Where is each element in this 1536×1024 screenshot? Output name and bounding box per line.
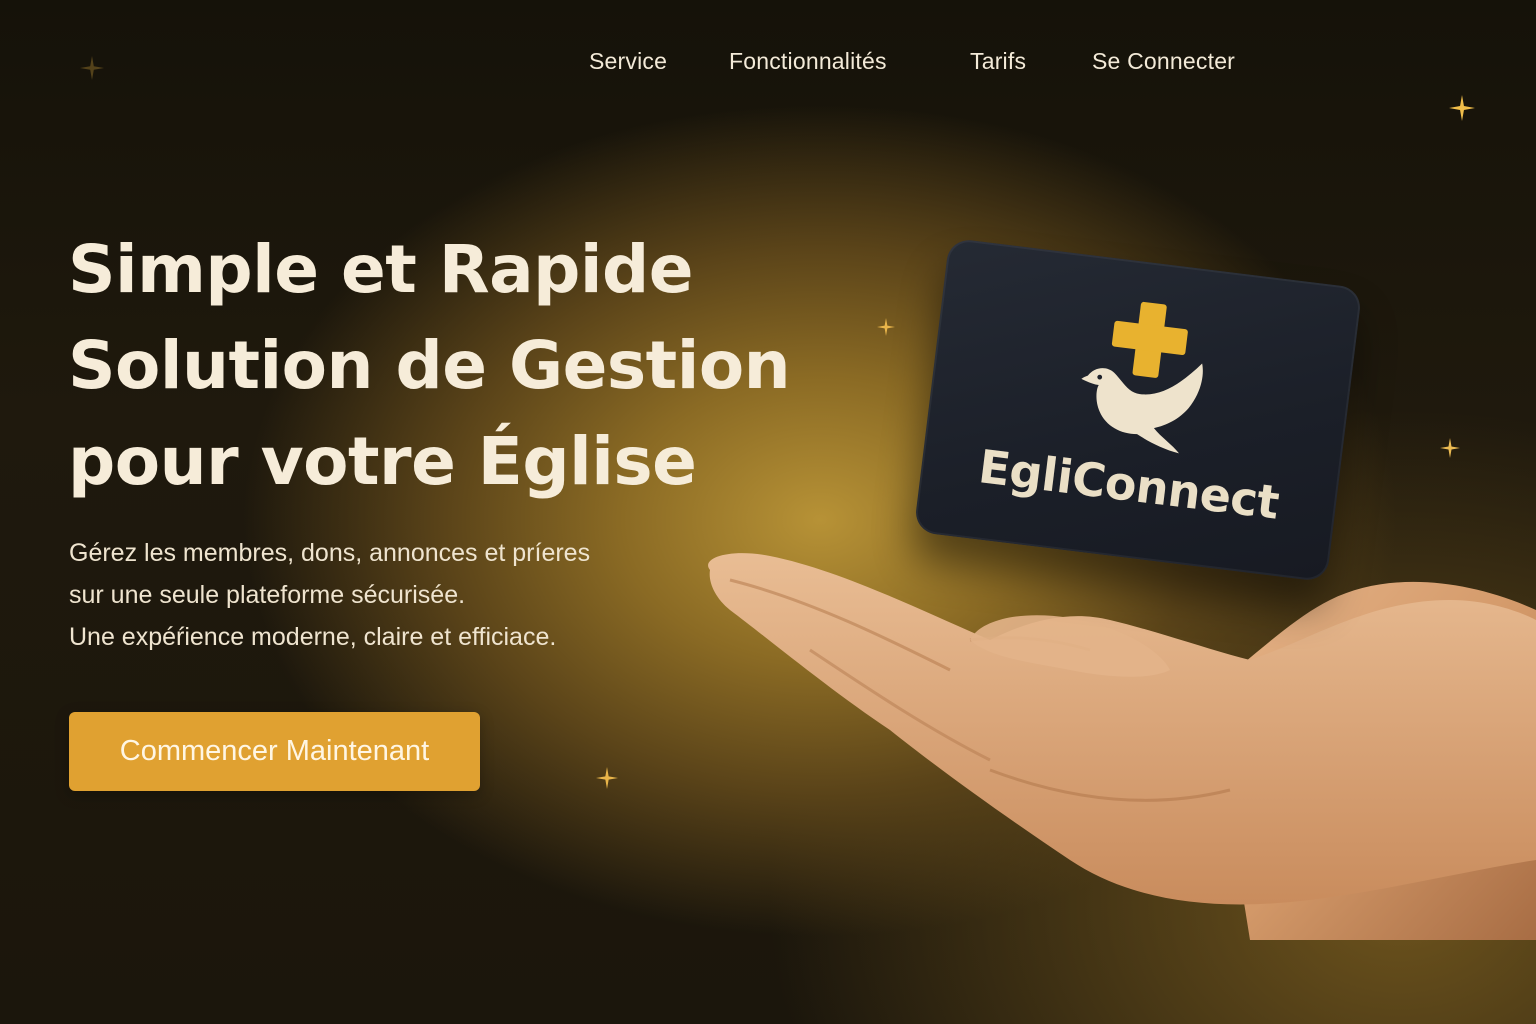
cta-commencer-button[interactable]: Commencer Maintenant <box>69 712 480 791</box>
hand-illustration <box>708 553 1536 940</box>
hero-subtitle-line-1: Gérez les membres, dons, annonces et prí… <box>69 539 591 567</box>
egliconnect-logo <box>1081 301 1203 454</box>
hero-title-line-2: Solution de Gestion <box>68 327 791 404</box>
sparkle-icon <box>877 318 895 336</box>
nav-link-service[interactable]: Service <box>589 48 667 75</box>
nav-link-se-connecter[interactable]: Se Connecter <box>1092 48 1235 75</box>
sparkle-icon <box>1449 95 1475 121</box>
sparkle-icon <box>596 767 618 789</box>
hero-subtitle: Gérez les membres, dons, annonces et prí… <box>69 532 590 658</box>
sparkle-icon <box>1440 438 1460 458</box>
hero-subtitle-line-2: sur une seule plateforme sécurisée. <box>69 581 466 609</box>
nav-link-tarifs[interactable]: Tarifs <box>970 48 1026 75</box>
hero-title-line-3: pour votre Église <box>68 423 697 500</box>
egliconnect-card: EgliConnect <box>913 237 1363 583</box>
hero-title: Simple et Rapide Solution de Gestion pou… <box>68 222 791 510</box>
hero-subtitle-line-3: Une expéŕience moderne, claire et effici… <box>69 623 557 651</box>
nav-link-fonctionnalites[interactable]: Fonctionnalités <box>729 48 887 75</box>
hero-title-line-1: Simple et Rapide <box>68 231 694 308</box>
top-nav: Service Fonctionnalités Tarifs Se Connec… <box>0 44 1536 84</box>
sparkle-icon <box>80 56 104 80</box>
cross-icon <box>1111 301 1188 378</box>
